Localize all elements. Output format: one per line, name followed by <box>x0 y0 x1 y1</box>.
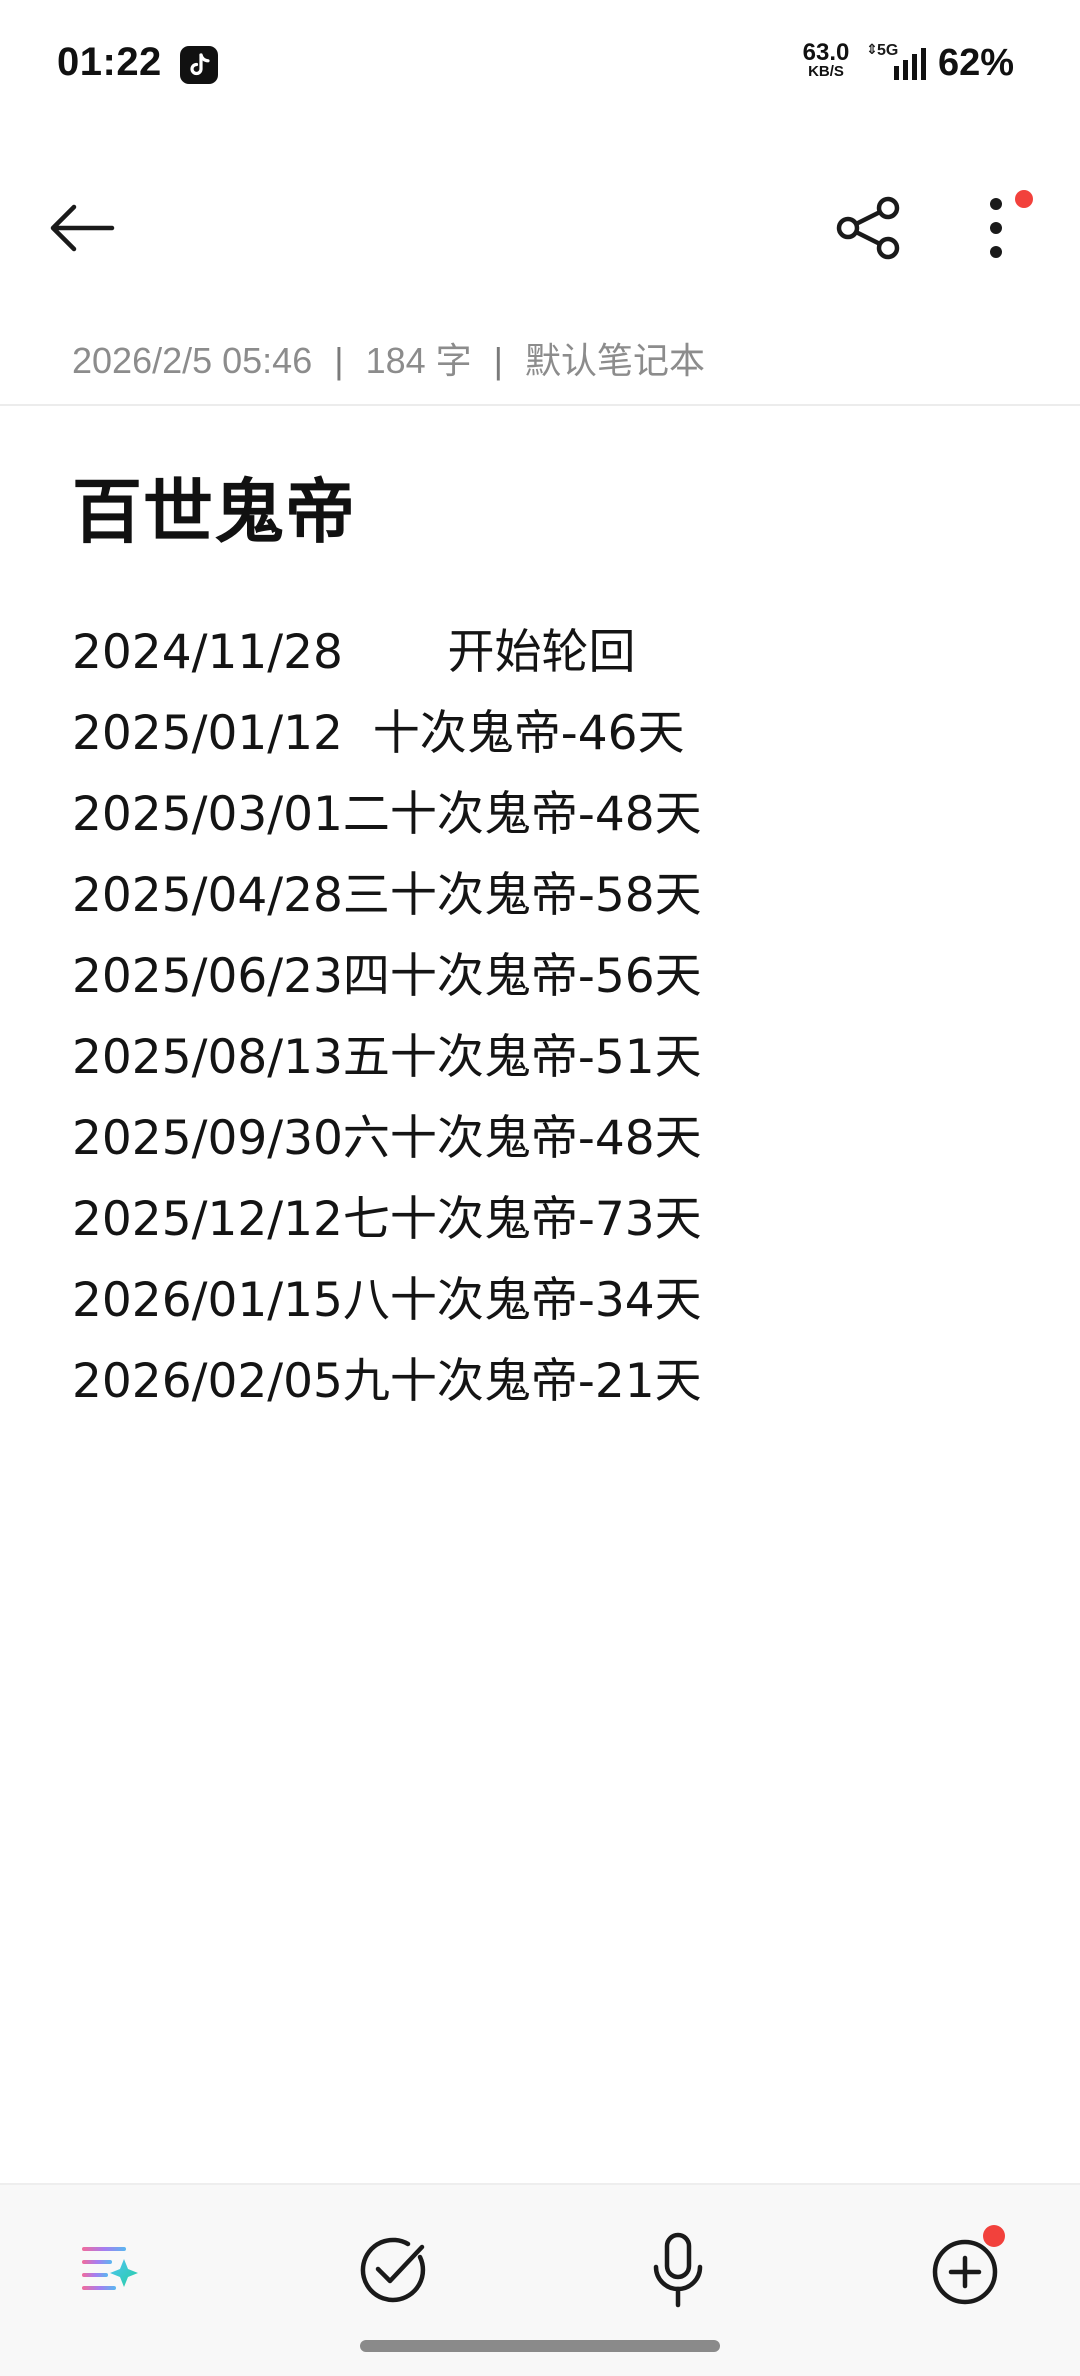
note-meta: 2026/2/5 05:46 | 184 字 | 默认笔记本 <box>72 332 705 384</box>
network-speed-unit: KB/S <box>808 63 844 80</box>
signal-strength-icon <box>894 48 926 80</box>
note-datetime: 2026/2/5 05:46 <box>72 340 313 381</box>
note-line: 2025/06/23四十次鬼帝-56天 <box>72 949 702 1004</box>
microphone-icon[interactable] <box>634 2225 724 2315</box>
notebook-name[interactable]: 默认笔记本 <box>525 340 705 381</box>
notification-dot <box>983 2225 1005 2247</box>
note-line: 2025/12/12七十次鬼帝-73天 <box>72 1192 702 1247</box>
data-transfer-icon: ⇕ <box>866 42 878 58</box>
note-line: 2025/09/30六十次鬼帝-48天 <box>72 1111 702 1166</box>
notification-dot <box>1015 190 1033 208</box>
tiktok-icon <box>180 46 218 84</box>
network-speed-value: 63.0 <box>802 39 850 66</box>
note-line: 2025/08/13五十次鬼帝-51天 <box>72 1030 702 1085</box>
note-detail-screen: 01:22 63.0 KB/S ⇕ 5G 62% 2026/2/5 05:46 … <box>0 0 1080 2376</box>
note-line: 2025/01/12 十次鬼帝-46天 <box>72 706 685 761</box>
note-line: 2026/02/05九十次鬼帝-21天 <box>72 1354 702 1409</box>
header-divider <box>0 404 1080 406</box>
status-time: 01:22 <box>57 40 162 84</box>
ai-format-icon[interactable] <box>62 2225 152 2315</box>
note-line: 2026/01/15八十次鬼帝-34天 <box>72 1273 702 1328</box>
note-line: 2024/11/28 开始轮回 <box>72 625 636 680</box>
share-icon[interactable] <box>830 190 910 270</box>
home-indicator[interactable] <box>360 2340 720 2352</box>
meta-separator: | <box>334 340 344 381</box>
note-body[interactable]: 2024/11/28 开始轮回 2025/01/12 十次鬼帝-46天 2025… <box>72 612 702 1422</box>
meta-separator: | <box>493 340 504 381</box>
note-word-count: 184 字 <box>365 340 472 381</box>
battery-level: 62% <box>938 42 1015 84</box>
status-bar: 01:22 63.0 KB/S ⇕ 5G 62% <box>0 0 1080 130</box>
note-line: 2025/04/28三十次鬼帝-58天 <box>72 868 702 923</box>
note-line: 2025/03/01二十次鬼帝-48天 <box>72 787 702 842</box>
note-title[interactable]: 百世鬼帝 <box>72 456 356 557</box>
add-button[interactable] <box>920 2225 1010 2315</box>
network-speed: 63.0 KB/S <box>796 39 856 80</box>
arrow-left-icon[interactable] <box>44 190 124 270</box>
checklist-icon[interactable] <box>348 2225 438 2315</box>
more-button[interactable] <box>960 180 1040 270</box>
